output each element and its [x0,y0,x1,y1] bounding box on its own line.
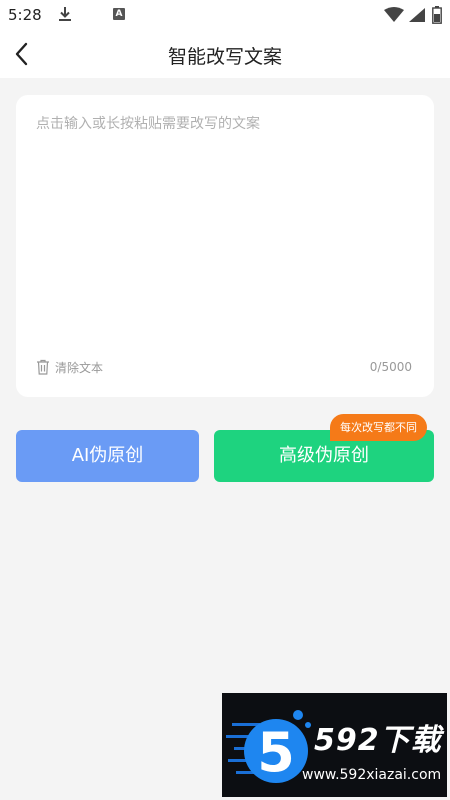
watermark-banner: 5 592下载 www.592xiazai.com [222,693,447,797]
status-bar: 5:28 A [0,0,450,30]
watermark-logo-digit: 5 [257,721,295,784]
app-header: 智能改写文案 [0,30,450,78]
char-counter: 0/5000 [369,360,412,374]
clear-text-button[interactable]: 清除文本 [36,357,103,377]
text-input[interactable] [36,113,414,343]
signal-icon [409,8,425,22]
wifi-icon [384,7,404,22]
page-title: 智能改写文案 [167,46,282,68]
advanced-badge: 每次改写都不同 [330,414,427,441]
clear-text-label: 清除文本 [55,360,104,375]
editor-card: 清除文本 0/5000 [16,95,434,397]
trash-icon [37,359,49,375]
watermark-url: www.592xiazai.com [302,767,442,783]
watermark-title: 592下载 [314,723,442,758]
ai-rewrite-button[interactable]: AI伪原创 [16,430,199,482]
battery-icon [432,6,442,24]
a-icon: A [113,8,125,20]
status-time: 5:28 [8,6,42,24]
download-icon [59,7,71,21]
